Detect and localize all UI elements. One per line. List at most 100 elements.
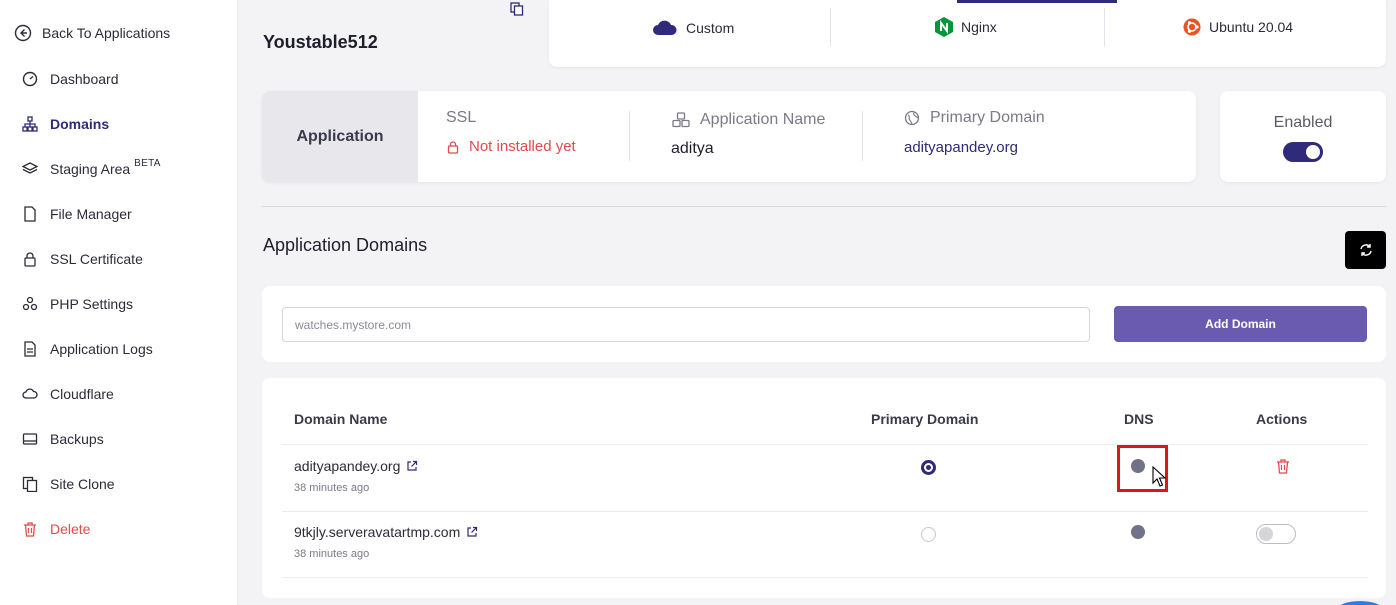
stack-os-label: Ubuntu 20.04	[1209, 19, 1294, 35]
row-divider	[282, 444, 1368, 445]
chat-widget-button[interactable]	[1336, 601, 1384, 605]
divider	[830, 8, 831, 46]
divider	[862, 111, 863, 161]
trash-icon[interactable]	[1276, 459, 1290, 474]
stack-provider: Custom	[652, 19, 734, 37]
sidebar-item-ssl-certificate[interactable]: SSL Certificate	[22, 249, 143, 269]
sidebar-item-php-settings[interactable]: PHP Settings	[22, 294, 133, 314]
domain-input[interactable]	[282, 307, 1090, 342]
sidebar-item-backups[interactable]: Backups	[22, 429, 104, 449]
server-stack-card: Custom Nginx Ubuntu 20.04	[549, 0, 1386, 67]
refresh-button[interactable]	[1345, 231, 1386, 269]
sidebar-item-application-logs[interactable]: Application Logs	[22, 339, 153, 359]
ssl-status-text: Not installed yet	[469, 138, 576, 155]
sidebar-item-cloudflare[interactable]: Cloudflare	[22, 384, 114, 404]
add-domain-card: Add Domain	[262, 286, 1386, 362]
sidebar-item-domains[interactable]: Domains	[22, 114, 109, 134]
row-divider	[282, 577, 1368, 578]
arrow-left-circle-icon	[14, 24, 32, 42]
domain-added-time: 38 minutes ago	[294, 548, 370, 560]
domain-name: adityapandey.org	[294, 458, 401, 474]
globe-icon	[904, 110, 920, 126]
column-header-actions: Actions	[1256, 411, 1308, 427]
stack-webserver: Nginx	[935, 17, 997, 37]
primary-domain-radio[interactable]	[921, 460, 936, 475]
back-label: Back To Applications	[42, 25, 171, 41]
cloud-icon	[22, 386, 38, 402]
sidebar-item-staging-area[interactable]: Staging Area BETA	[22, 157, 161, 179]
application-name-value: aditya	[671, 140, 714, 157]
sidebar-item-dashboard[interactable]: Dashboard	[22, 69, 119, 89]
sitemap-icon	[22, 116, 38, 132]
sidebar-item-label: Cloudflare	[50, 386, 114, 402]
box-icon	[22, 431, 38, 447]
enabled-card: Enabled	[1220, 91, 1386, 182]
nginx-icon	[935, 17, 953, 37]
divider	[1104, 8, 1105, 46]
enabled-label: Enabled	[1273, 114, 1333, 131]
file-text-icon	[22, 341, 38, 357]
sidebar-item-delete[interactable]: Delete	[22, 519, 90, 539]
ssl-label-text: SSL	[446, 109, 477, 126]
column-header-primary-domain: Primary Domain	[871, 411, 979, 427]
mouse-cursor-icon	[1152, 466, 1166, 487]
external-link-icon[interactable]	[406, 460, 418, 472]
stack-os: Ubuntu 20.04	[1183, 18, 1293, 36]
ubuntu-icon	[1183, 18, 1201, 36]
refresh-icon	[1359, 244, 1372, 256]
application-card-title: Application	[262, 91, 418, 182]
stack-webserver-label: Nginx	[961, 19, 997, 35]
trash-icon	[22, 521, 38, 537]
cogs-icon	[22, 296, 38, 312]
sidebar-item-label: Dashboard	[50, 71, 119, 87]
application-domains-title: Application Domains	[263, 235, 428, 255]
primary-domain-label: Primary Domain	[904, 109, 1045, 127]
application-info-card: Application SSL Not installed yet Applic…	[262, 91, 1196, 182]
application-name-label: Application Name	[672, 111, 825, 129]
application-name-label-text: Application Name	[700, 111, 826, 128]
primary-domain-link[interactable]: adityapandey.org	[904, 139, 1018, 156]
sidebar-item-label: SSL Certificate	[50, 251, 143, 267]
toggle-knob	[1259, 527, 1273, 541]
sidebar-item-file-manager[interactable]: File Manager	[22, 204, 132, 224]
sidebar-item-label: File Manager	[50, 206, 132, 222]
column-header-dns: DNS	[1124, 411, 1154, 427]
domain-action-toggle[interactable]	[1256, 524, 1296, 544]
enabled-toggle[interactable]	[1283, 142, 1323, 162]
add-domain-button[interactable]: Add Domain	[1114, 306, 1367, 342]
sidebar: Back To Applications Dashboard Domains S…	[0, 0, 238, 605]
active-tab-indicator	[957, 0, 1117, 3]
cloud-icon	[653, 20, 677, 35]
domain-name: 9tkjly.serveravatartmp.com	[294, 524, 461, 540]
lock-icon	[22, 251, 38, 267]
sidebar-item-label: Application Logs	[50, 341, 153, 357]
copy-icon[interactable]	[510, 2, 524, 16]
sidebar-item-label: Delete	[50, 521, 91, 537]
divider	[629, 111, 630, 161]
sidebar-item-label: Backups	[50, 431, 104, 447]
table-row-domain[interactable]: adityapandey.org	[294, 458, 418, 474]
app-name-title: Youstable512	[263, 32, 378, 52]
dns-status-dot[interactable]	[1131, 525, 1145, 539]
sidebar-item-site-clone[interactable]: Site Clone	[22, 474, 115, 494]
gauge-icon	[22, 71, 38, 87]
copy-icon	[22, 476, 38, 492]
back-to-applications-link[interactable]: Back To Applications	[14, 24, 170, 42]
external-link-icon[interactable]	[466, 526, 478, 538]
layers-icon	[22, 161, 38, 177]
domain-added-time: 38 minutes ago	[294, 482, 370, 494]
sidebar-item-label: Staging Area	[50, 161, 131, 177]
sidebar-item-label: Site Clone	[50, 476, 115, 492]
sidebar-item-label: Domains	[50, 116, 110, 132]
table-row-domain[interactable]: 9tkjly.serveravatartmp.com	[294, 524, 478, 540]
row-divider	[282, 511, 1368, 512]
stack-provider-label: Custom	[686, 20, 735, 36]
ssl-status: Not installed yet	[446, 138, 576, 155]
ssl-label: SSL	[446, 109, 476, 127]
toggle-knob	[1306, 145, 1320, 159]
primary-domain-radio[interactable]	[921, 527, 936, 542]
beta-badge: BETA	[134, 157, 161, 169]
domains-table: Domain Name Primary Domain DNS Actions a…	[262, 378, 1386, 598]
cubes-icon	[672, 112, 690, 128]
section-divider	[262, 206, 1386, 207]
